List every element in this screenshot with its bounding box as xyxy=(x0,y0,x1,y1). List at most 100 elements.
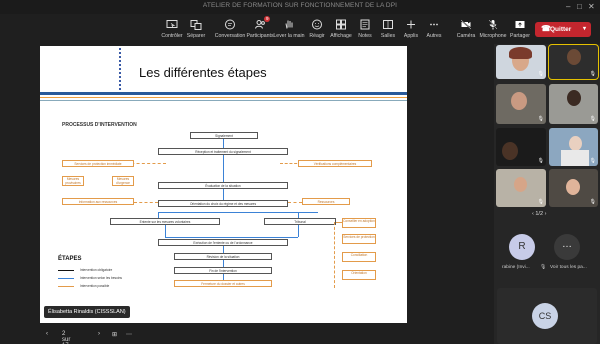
chat-icon xyxy=(225,19,235,30)
flow-box-optional: Services de protection xyxy=(342,234,376,244)
mic-icon: 🎙 xyxy=(589,116,596,122)
participant-video-tile[interactable]: 🎙 xyxy=(549,169,598,207)
flow-split xyxy=(158,212,318,213)
flow-box: Évaluation de la situation xyxy=(158,182,288,189)
pager-label: 1/2 xyxy=(535,211,544,217)
legend-row: Intervention obligatoire xyxy=(58,268,112,272)
leave-button[interactable]: ☎ Quitter ▾ xyxy=(535,22,591,37)
participant-video-tile[interactable]: 🎙 xyxy=(496,128,546,166)
participants-button[interactable]: 9 Participants xyxy=(244,16,276,39)
self-view-tile[interactable]: CS xyxy=(497,288,597,344)
flow-box-optional: Fermeture du dossier et autres xyxy=(174,280,272,287)
legend-row: Intervention possible xyxy=(58,284,109,288)
participant-video-tile[interactable]: 🎙 xyxy=(548,44,599,80)
diagram-title: PROCESSUS D'INTERVENTION xyxy=(62,122,137,128)
flow-box: Tribunal xyxy=(264,218,336,225)
participants-video-panel: 🎙 🎙 🎙 🎙 🎙 🎙 🎙 🎙 ‹ 1/2 › R … rabine (Invi… xyxy=(494,44,600,344)
pager-prev-icon[interactable]: ‹ xyxy=(532,211,534,217)
flow-arrow xyxy=(298,225,299,237)
separate-button[interactable]: Séparer xyxy=(180,18,212,39)
grid-icon xyxy=(336,19,346,30)
more-options-icon[interactable]: ⋯ xyxy=(126,331,132,338)
slide-title: Les différentes étapes xyxy=(139,65,267,80)
next-slide-icon[interactable]: › xyxy=(98,331,100,337)
flow-box-optional: Orientation xyxy=(342,270,376,280)
participant-face xyxy=(514,177,527,192)
mic-icon: 🎙 xyxy=(537,71,544,77)
participant-video-tile[interactable]: 🎙 xyxy=(496,169,546,207)
flow-box: Orientation du choix du régime et des me… xyxy=(158,200,288,207)
participant-face xyxy=(567,90,581,106)
conversation-button[interactable]: Conversation xyxy=(214,18,246,39)
participant-video-tile[interactable]: 🎙 xyxy=(549,128,598,166)
flow-box: Exécution de l'entente ou de l'ordonnanc… xyxy=(158,239,288,246)
flow-arrow xyxy=(223,189,224,200)
flow-branch xyxy=(334,222,335,288)
leave-label: Quitter xyxy=(550,26,572,33)
legend-arrow-icon xyxy=(58,277,74,279)
maximize-icon[interactable]: □ xyxy=(577,2,582,11)
grid-view-icon[interactable]: ⊞ xyxy=(112,331,117,338)
participants-label: Participants xyxy=(246,33,274,39)
participant-face xyxy=(566,179,580,195)
meeting-toolbar: Contrôler Séparer Conversation 9 Partici… xyxy=(0,14,600,44)
self-avatar: CS xyxy=(532,303,558,329)
legend-title: ÉTAPES xyxy=(58,256,82,262)
flow-box: Révision de la situation xyxy=(174,253,272,260)
legend-label: Intervention possible xyxy=(80,284,110,288)
participant-video-tile[interactable]: 🎙 xyxy=(549,84,598,124)
participant-avatar[interactable]: R xyxy=(509,234,535,260)
previous-slide-icon[interactable]: ‹ xyxy=(46,331,48,337)
participant-face xyxy=(569,136,582,151)
participant-name-label: rabine (Invi... xyxy=(502,265,530,270)
flow-branch xyxy=(134,202,158,203)
flow-box-optional: Conseiller en adoption xyxy=(342,218,376,228)
flow-box-optional: Vérifications complémentaires xyxy=(298,160,372,167)
flow-arrow xyxy=(165,225,166,237)
legend-row: Intervention selon les besoins xyxy=(58,276,122,280)
chevron-down-icon[interactable]: ▾ xyxy=(583,25,586,32)
flow-join xyxy=(165,237,298,238)
more-label: Autres xyxy=(426,33,442,39)
more-participants-icon[interactable]: … xyxy=(554,234,580,260)
separate-label: Séparer xyxy=(186,33,206,39)
mic-icon: 🎙 xyxy=(589,71,596,77)
flow-box-optional: Services de protection immédiate xyxy=(62,160,134,167)
share-label: Partager xyxy=(510,33,530,39)
share-button[interactable]: Partager xyxy=(504,18,536,39)
separate-icon xyxy=(190,20,202,30)
flow-branch xyxy=(336,222,342,223)
flow-box-optional: Mesures provisoires xyxy=(62,176,84,186)
mic-icon: 🎙 xyxy=(589,158,596,164)
see-all-participants-label[interactable]: Voir tous les pa... xyxy=(550,265,587,270)
flow-branch xyxy=(288,202,302,203)
flow-box: Signalement xyxy=(190,132,258,139)
flow-arrow xyxy=(223,155,224,182)
ellipsis-icon xyxy=(430,23,438,26)
slide-rule xyxy=(40,92,407,95)
page-indicator: 2 sur 17 xyxy=(62,331,71,344)
legend-label: Intervention selon les besoins xyxy=(80,276,122,280)
participant-hair xyxy=(509,47,532,59)
mic-icon: 🎙 xyxy=(537,116,544,122)
minimize-icon[interactable]: – xyxy=(566,2,570,11)
conversation-label: Conversation xyxy=(214,33,246,39)
participants-count-badge: 9 xyxy=(264,16,270,22)
participant-video-tile[interactable]: 🎙 xyxy=(496,84,546,124)
more-button[interactable]: Autres xyxy=(418,18,450,39)
shared-content-stage: Les différentes étapes PROCESSUS D'INTER… xyxy=(0,44,490,344)
legend-arrow-icon xyxy=(58,269,74,271)
slide-rule xyxy=(40,100,407,101)
share-icon xyxy=(515,21,525,28)
plus-icon xyxy=(407,20,415,29)
flow-box-optional: Conciliation xyxy=(342,252,376,262)
pager-next-icon[interactable]: › xyxy=(545,211,547,217)
participant-video-tile[interactable]: 🎙 xyxy=(496,45,546,79)
gallery-pager[interactable]: ‹ 1/2 › xyxy=(532,211,546,217)
flow-arrow xyxy=(223,246,224,253)
notes-icon xyxy=(360,19,370,30)
mic-muted-icon: 🎙 xyxy=(540,265,547,270)
legend-label: Intervention obligatoire xyxy=(80,268,113,272)
teams-meeting-window: ATELIER DE FORMATION SUR FONCTIONNEMENT … xyxy=(0,0,600,344)
close-icon[interactable]: ✕ xyxy=(588,2,595,11)
